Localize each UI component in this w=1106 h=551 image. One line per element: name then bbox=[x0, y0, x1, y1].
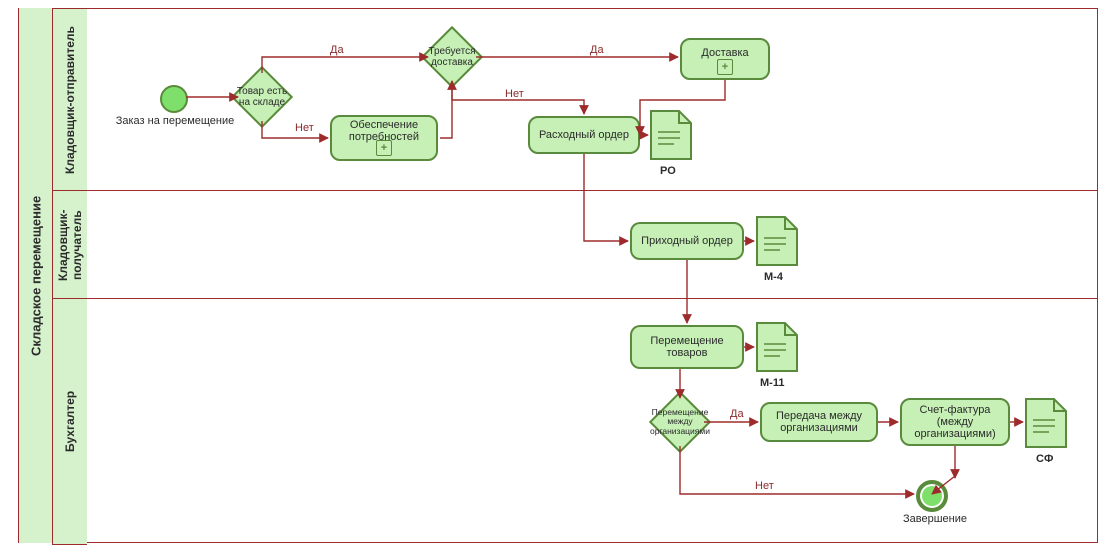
edge-label-yes: Да bbox=[730, 408, 744, 420]
end-event-label: Завершение bbox=[895, 513, 975, 525]
subprocess-marker-icon: + bbox=[376, 140, 392, 156]
task-delivery: Доставка + bbox=[680, 38, 770, 80]
document-m11 bbox=[756, 322, 798, 372]
lane-title-sender: Кладовщик-отправитель bbox=[52, 8, 87, 192]
task-goods-move-label: Перемещение товаров bbox=[638, 335, 736, 359]
document-ro-label: РО bbox=[660, 165, 676, 177]
edge-label-no: Нет bbox=[755, 480, 774, 492]
task-receipt-order-label: Приходный ордер bbox=[641, 235, 733, 247]
document-ro bbox=[650, 110, 692, 160]
lane-title-accountant: Бухгалтер bbox=[52, 298, 87, 545]
task-procurement: Обеспечение потребностей + bbox=[330, 115, 438, 161]
lane-title-receiver: Кладовщик-получатель bbox=[52, 190, 87, 300]
edge-label-yes: Да bbox=[590, 44, 604, 56]
bpmn-pool: Складское перемещение Кладовщик-отправит… bbox=[0, 0, 1106, 551]
pool-title: Складское перемещение bbox=[18, 8, 53, 543]
lane-separator bbox=[86, 298, 1098, 299]
document-m11-label: М-11 bbox=[760, 377, 784, 389]
task-interorg-transfer: Передача между организациями bbox=[760, 402, 878, 442]
edge-label-no: Нет bbox=[505, 88, 524, 100]
gateway-stock: Товар есть на складе bbox=[240, 75, 284, 119]
task-expense-order-label: Расходный ордер bbox=[539, 129, 629, 141]
gateway-delivery-label: Требуется доставка bbox=[424, 29, 480, 85]
task-delivery-label: Доставка bbox=[701, 47, 748, 59]
task-interorg-transfer-label: Передача между организациями bbox=[768, 410, 870, 434]
task-invoice: Счет-фактура (между организациями) bbox=[900, 398, 1010, 446]
start-event-label: Заказ на перемещение bbox=[110, 115, 240, 127]
end-event bbox=[916, 480, 948, 512]
gateway-delivery: Требуется доставка bbox=[430, 35, 474, 79]
start-event bbox=[160, 85, 188, 113]
document-m4-label: М-4 bbox=[764, 271, 783, 283]
document-sf-label: СФ bbox=[1036, 453, 1053, 465]
gateway-interorg: Перемещение между организациями bbox=[658, 400, 702, 444]
gateway-interorg-label: Перемещение между организациями bbox=[652, 394, 708, 450]
edge-label-no: Нет bbox=[295, 122, 314, 134]
task-receipt-order: Приходный ордер bbox=[630, 222, 744, 260]
edge-label-yes: Да bbox=[330, 44, 344, 56]
lane-separator bbox=[86, 190, 1098, 191]
task-goods-move: Перемещение товаров bbox=[630, 325, 744, 369]
document-m4 bbox=[756, 216, 798, 266]
task-expense-order: Расходный ордер bbox=[528, 116, 640, 154]
document-sf bbox=[1025, 398, 1067, 448]
subprocess-marker-icon: + bbox=[717, 59, 733, 75]
gateway-stock-label: Товар есть на складе bbox=[234, 69, 290, 125]
task-invoice-label: Счет-фактура (между организациями) bbox=[908, 404, 1002, 440]
